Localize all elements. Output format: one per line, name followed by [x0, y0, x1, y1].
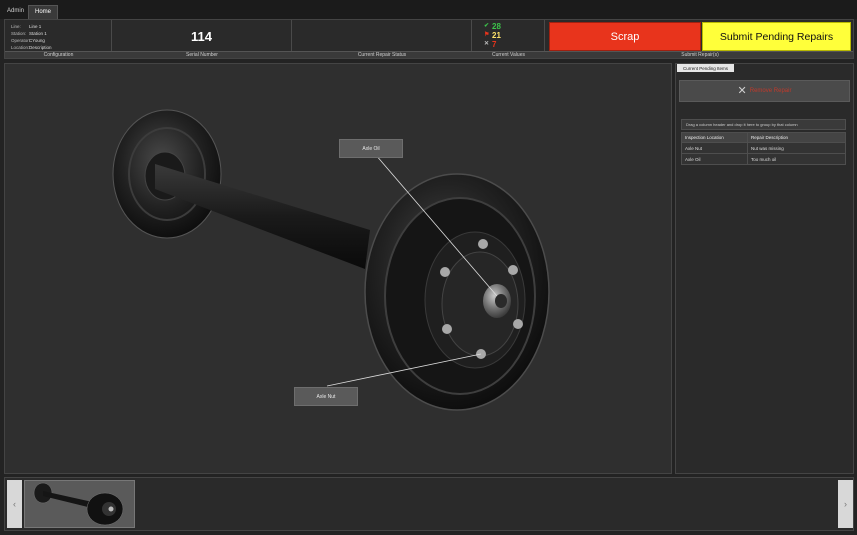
table-row[interactable]: Axle Nut Nut was missing: [681, 143, 846, 154]
pass-count-row: ✔ 28: [484, 22, 544, 31]
config-key: Line:: [11, 24, 21, 29]
flag-count: 21: [492, 31, 501, 40]
axle-model: [112, 109, 550, 411]
current-values-caption: Current Values: [492, 52, 525, 58]
table-row[interactable]: Axle Oil Too much oil: [681, 154, 846, 165]
remove-repair-button[interactable]: ✕ Remove Repair: [679, 80, 850, 102]
config-key: Station:: [11, 31, 27, 36]
config-key: Operator:: [11, 38, 31, 43]
axle-thumbnail-image: [33, 482, 124, 526]
flag-count-row: ⚑ 21: [484, 31, 544, 40]
grid-header: Inspection Location Repair Description: [681, 132, 846, 143]
configuration-caption: Configuration: [43, 52, 74, 58]
pass-count: 28: [492, 22, 501, 31]
cell-inspection-location: Axle Oil: [682, 154, 748, 164]
config-value: Description: [29, 45, 52, 50]
top-tab-strip: Admin Home: [0, 0, 857, 19]
repair-status-panel: [292, 20, 472, 53]
remove-repair-label: Remove Repair: [749, 88, 792, 94]
tab-current-pending-items[interactable]: Current Pending Items: [677, 64, 734, 72]
fail-count: 7: [492, 40, 497, 49]
scroll-right-button[interactable]: ›: [838, 480, 853, 528]
chevron-right-icon: ›: [844, 499, 847, 509]
config-row: Station: Station 1: [11, 30, 111, 37]
close-icon: ✕: [737, 85, 747, 97]
callout-axle-nut[interactable]: Axle Nut: [294, 387, 358, 406]
fail-count-row: ✕ 7: [484, 40, 544, 49]
scroll-left-button[interactable]: ‹: [7, 480, 22, 528]
chevron-left-icon: ‹: [13, 499, 16, 509]
current-values-panel: ✔ 28 ⚑ 21 ✕ 7: [472, 20, 545, 53]
tab-home[interactable]: Home: [28, 5, 59, 19]
serial-number-value: 114: [112, 20, 292, 53]
scrap-button[interactable]: Scrap: [549, 22, 701, 51]
configuration-panel: Line: Line 1 Station: Station 1 Operator: C…: [5, 20, 112, 53]
config-value: CYoung: [29, 38, 45, 43]
submit-repairs-caption: Submit Repair(s): [681, 52, 719, 58]
config-value: Line 1: [29, 24, 42, 29]
3d-model-viewer[interactable]: Axle Oil Axle Nut: [4, 63, 672, 474]
x-icon: ✕: [484, 41, 490, 47]
config-row: Location: Description: [11, 44, 111, 51]
app-window: Admin Home Line: Line 1 Station: Station 1…: [0, 0, 857, 535]
thumbnail-strip: ‹ ›: [4, 477, 854, 531]
check-icon: ✔: [484, 23, 490, 29]
callout-axle-oil[interactable]: Axle Oil: [339, 139, 403, 158]
cell-repair-description: Nut was missing: [751, 145, 784, 151]
group-by-drop-area[interactable]: Drag a column header and drop it here to…: [681, 119, 846, 130]
config-row: Operator: CYoung: [11, 37, 111, 44]
tab-admin[interactable]: Admin: [3, 5, 28, 19]
config-row: Line: Line 1: [11, 23, 111, 30]
repair-status-caption: Current Repair Status: [357, 52, 407, 58]
serial-number-caption: Serial Number: [186, 52, 218, 58]
header-bar: Line: Line 1 Station: Station 1 Operator: C…: [4, 19, 854, 59]
pending-items-grid: Drag a column header and drop it here to…: [681, 119, 846, 165]
cell-inspection-location: Axle Nut: [682, 143, 748, 153]
header-captions: Configuration Serial Number Current Repa…: [5, 51, 853, 58]
cell-repair-description: Too much oil: [751, 156, 777, 162]
column-header-inspection-location[interactable]: Inspection Location: [682, 133, 748, 142]
pending-items-panel: Current Pending Items ✕ Remove Repair Dr…: [675, 63, 854, 474]
config-key: Location:: [11, 45, 30, 50]
thumbnail-axle[interactable]: [24, 480, 135, 528]
config-value: Station 1: [29, 31, 47, 36]
flag-icon: ⚑: [484, 32, 490, 38]
submit-pending-repairs-button[interactable]: Submit Pending Repairs: [702, 22, 851, 51]
column-header-repair-description[interactable]: Repair Description: [748, 133, 845, 142]
